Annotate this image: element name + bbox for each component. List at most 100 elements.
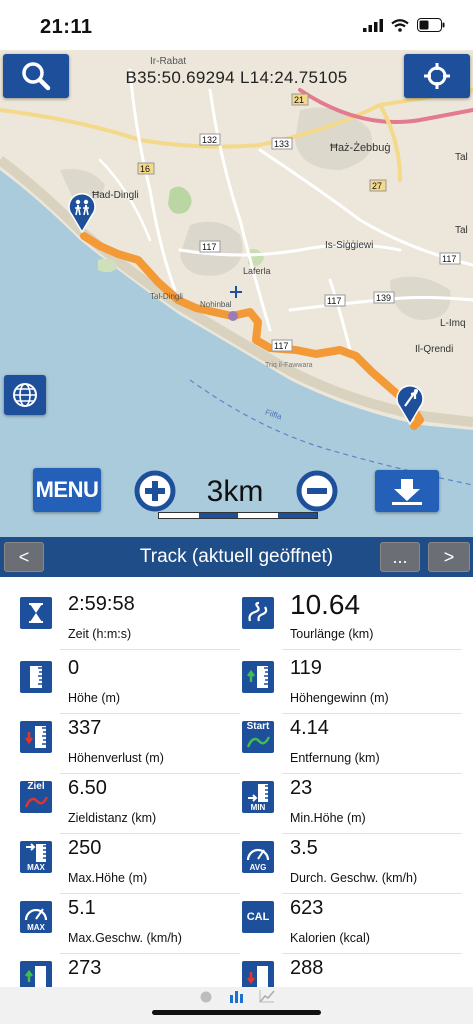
wifi-icon xyxy=(391,18,409,32)
stat-label: Durch. Geschw. (km/h) xyxy=(290,871,418,885)
road-number: 117 xyxy=(274,341,289,351)
stat-label: Zeit (h:m:s) xyxy=(68,627,132,641)
stat-value: 5.1 xyxy=(68,897,96,919)
home-indicator[interactable] xyxy=(152,1010,321,1015)
page-dot-icon[interactable] xyxy=(200,991,212,1003)
stat-label: Max.Geschw. (km/h) xyxy=(68,931,182,945)
stat-value: 250 xyxy=(68,837,102,859)
crosshair-icon xyxy=(424,63,450,89)
stat-track-length: 10.64 Tourlänge (km) xyxy=(242,589,462,651)
min-altitude-icon: MIN xyxy=(242,781,274,813)
stat-value: 273 xyxy=(68,957,102,979)
globe-icon xyxy=(13,383,37,407)
hourglass-icon xyxy=(20,597,52,629)
line-chart-icon[interactable] xyxy=(259,989,275,1003)
stat-elevation-gain: 119 Höhengewinn (m) xyxy=(242,655,462,715)
stat-value: 3.5 xyxy=(290,837,318,859)
start-marker-icon[interactable] xyxy=(68,193,96,233)
place-label: Laferla xyxy=(243,266,271,276)
map-view[interactable]: 132 133 16 21 27 117 117 117 117 139 Ħad… xyxy=(0,50,473,537)
max-speed-icon: MAX xyxy=(20,901,52,933)
stat-max-speed: MAX 5.1 Max.Geschw. (km/h) xyxy=(20,895,240,955)
stat-label: Höhengewinn (m) xyxy=(290,691,389,705)
download-icon xyxy=(392,479,422,505)
stat-label: Zieldistanz (km) xyxy=(68,811,157,825)
map-base xyxy=(0,50,473,537)
stat-calories: CAL 623 Kalorien (kcal) xyxy=(242,895,462,955)
place-label: Triq il-Fawwara xyxy=(265,362,313,369)
stat-value: 4.14 xyxy=(290,717,329,739)
next-button[interactable]: > xyxy=(428,542,470,572)
stat-label: Höhe (m) xyxy=(68,691,121,705)
previous-button[interactable]: < xyxy=(4,542,44,572)
place-label: Ir-Rabat xyxy=(150,56,187,67)
elevation-loss-icon xyxy=(20,721,52,753)
avg-speed-icon: AVG xyxy=(242,841,274,873)
stat-altitude: 0 Höhe (m) xyxy=(20,655,240,715)
stat-label: Min.Höhe (m) xyxy=(290,811,366,825)
zoom-out-button[interactable] xyxy=(296,470,338,512)
road-number: 16 xyxy=(140,164,151,174)
place-label: L-Imq xyxy=(440,318,466,329)
more-button[interactable]: ... xyxy=(380,542,420,572)
coordinates-readout: B35:50.69294 L14:24.75105 xyxy=(125,68,348,87)
status-icons xyxy=(363,18,445,32)
stat-extra-loss: 288 xyxy=(242,955,462,987)
place-label: Tal-Dingli xyxy=(150,292,183,301)
calories-icon: CAL xyxy=(242,901,274,933)
elevation-gain-icon xyxy=(20,961,52,987)
place-label: Ħad-Dingli xyxy=(92,190,139,201)
zoom-level: 3km xyxy=(206,475,264,508)
download-button[interactable] xyxy=(375,470,439,512)
battery-icon xyxy=(417,18,445,32)
road-number: 117 xyxy=(442,254,457,264)
road-number: 139 xyxy=(376,293,392,303)
bar-chart-icon[interactable] xyxy=(229,989,245,1003)
road-number: 132 xyxy=(202,135,218,145)
stat-value: 6.50 xyxy=(68,777,107,799)
place-label: Ħaż-Żebbuġ xyxy=(330,142,391,154)
stat-elevation-loss: 337 Höhenverlust (m) xyxy=(20,715,240,775)
stat-label: Max.Höhe (m) xyxy=(68,871,148,885)
stat-label: Tourlänge (km) xyxy=(290,627,374,641)
place-label: Nohinbal xyxy=(200,300,232,309)
elevation-gain-icon xyxy=(242,661,274,693)
stat-goal-distance: Ziel 6.50 Zieldistanz (km) xyxy=(20,775,240,835)
stat-average-speed: AVG 3.5 Durch. Geschw. (km/h) xyxy=(242,835,462,895)
goal-distance-icon: Ziel xyxy=(20,781,52,813)
road-number: 21 xyxy=(294,95,305,105)
place-label: Tal xyxy=(455,225,468,236)
zoom-in-button[interactable] xyxy=(134,470,176,512)
map-layers-button[interactable] xyxy=(4,375,46,415)
stat-value: 623 xyxy=(290,897,324,919)
road-number: 117 xyxy=(202,242,217,252)
place-label: Is-Siġġiewi xyxy=(325,240,374,251)
end-marker-icon[interactable] xyxy=(396,385,424,425)
locate-button[interactable] xyxy=(404,54,470,98)
stat-label: Entfernung (km) xyxy=(290,751,380,765)
track-title: Track (aktuell geöffnet) xyxy=(139,546,334,567)
stat-value: 23 xyxy=(290,777,313,799)
stat-value: 10.64 xyxy=(290,589,361,620)
track-length-icon xyxy=(242,597,274,629)
track-header: < Track (aktuell geöffnet) ... > xyxy=(0,537,473,577)
stat-label: Kalorien (kcal) xyxy=(290,931,370,945)
search-button[interactable] xyxy=(3,54,69,98)
stat-min-altitude: MIN 23 Min.Höhe (m) xyxy=(242,775,462,835)
stat-value: 119 xyxy=(290,657,322,679)
start-distance-icon: Start xyxy=(242,721,274,753)
search-icon xyxy=(22,62,51,91)
menu-button[interactable]: MENU xyxy=(33,468,101,512)
stat-value: 0 xyxy=(68,657,80,679)
stat-label: Höhenverlust (m) xyxy=(68,751,164,765)
road-number: 27 xyxy=(372,181,383,191)
status-time: 21:11 xyxy=(40,16,93,38)
stat-extra-gain: 273 xyxy=(20,955,240,987)
stat-distance-from-start: Start 4.14 Entfernung (km) xyxy=(242,715,462,775)
place-label: Tal xyxy=(455,152,468,163)
max-altitude-icon: MAX xyxy=(20,841,52,873)
stat-duration: 2:59:58 Zeit (h:m:s) xyxy=(20,591,240,651)
stat-max-altitude: MAX 250 Max.Höhe (m) xyxy=(20,835,240,895)
stat-value: 288 xyxy=(290,957,324,979)
status-bar: 21:11 xyxy=(0,0,473,50)
